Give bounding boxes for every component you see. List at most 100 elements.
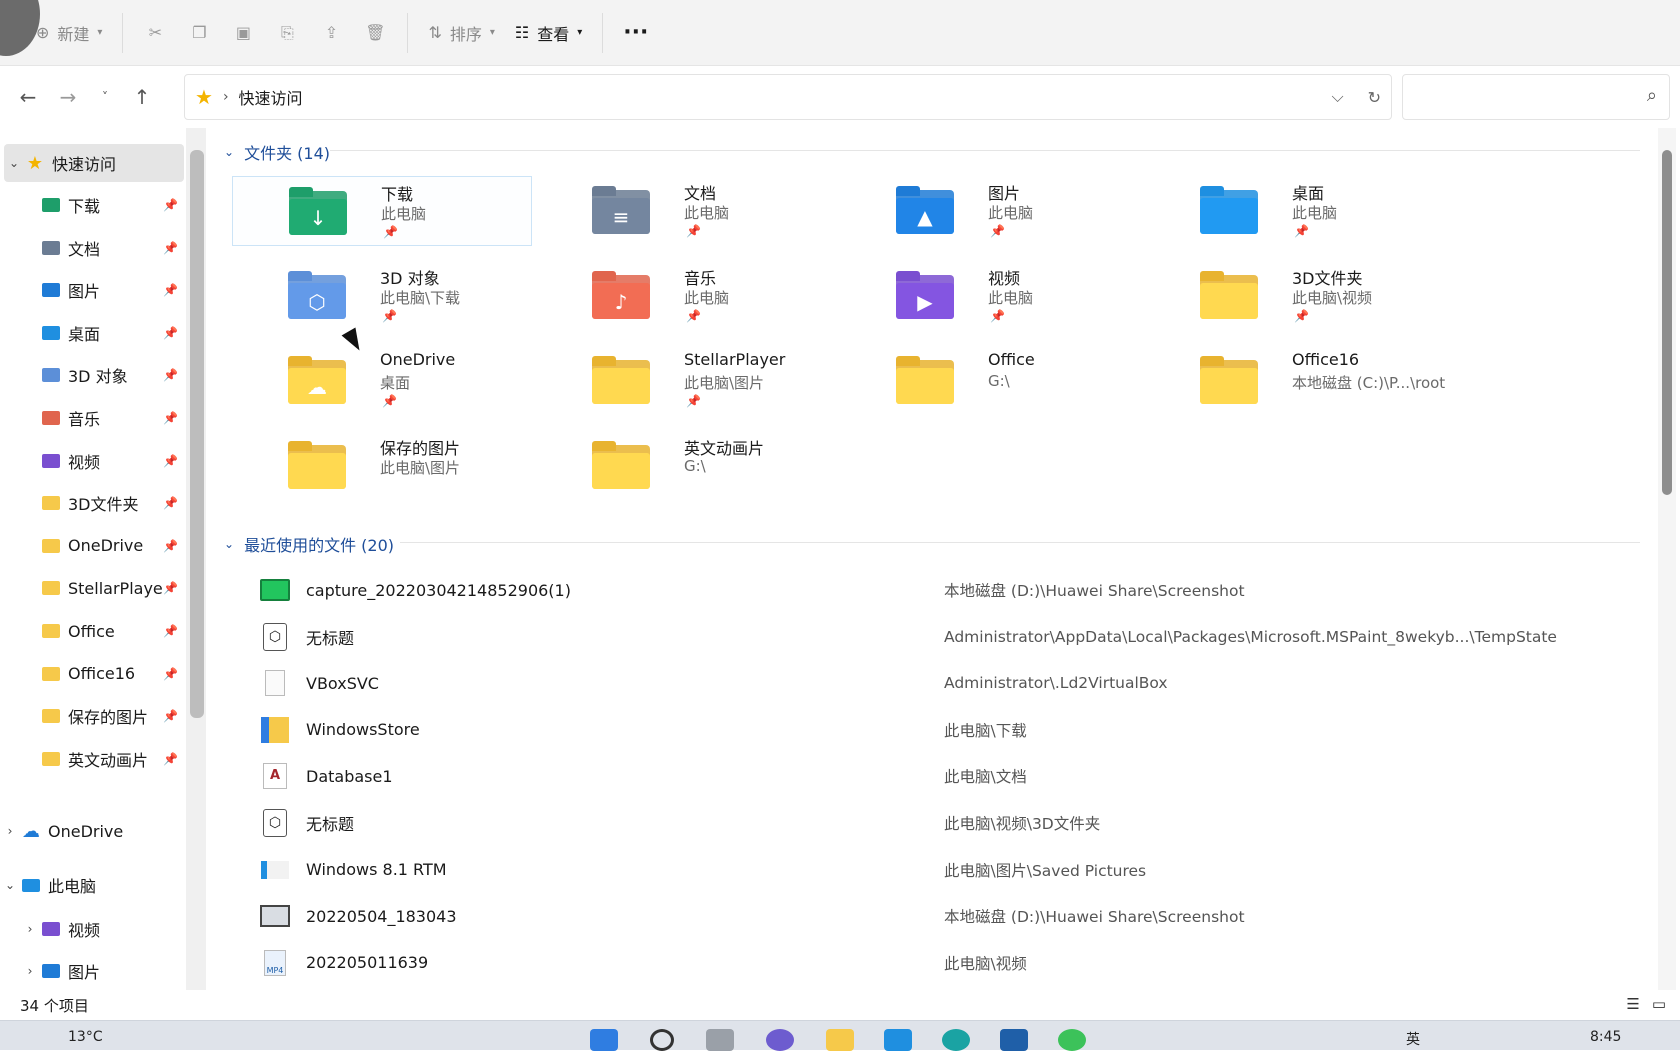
pin-icon: 📌 [686,394,701,408]
ime-indicator[interactable]: 英 [1406,1029,1420,1049]
sidebar-item-this-pc[interactable]: ⌄ 此电脑 [0,866,184,904]
breadcrumb[interactable]: 快速访问 [239,85,303,109]
up-button[interactable]: ↑ [122,77,162,117]
recent-group-header[interactable]: ⌄ 最近使用的文件 (20) [224,532,394,556]
folder-tile[interactable]: ▲ 图片 此电脑 📌 [840,176,1140,246]
delete-button[interactable]: 🗑 [353,13,397,53]
sidebar-item-onedrive[interactable]: › ☁ OneDrive [0,812,184,850]
sidebar-item-quick-access[interactable]: ⌄ ★ 快速访问 [4,144,184,182]
chevron-right-icon[interactable]: › [20,922,40,936]
recent-file-row[interactable]: WindowsStore 此电脑\下载 [260,708,1600,752]
folder-tile[interactable]: ≡ 文档 此电脑 📌 [536,176,836,246]
folder-shape [42,453,60,468]
folder-tile[interactable]: ⬡ 3D 对象 此电脑\下载 📌 [232,261,532,331]
arrow-up-icon: ↑ [133,85,151,109]
rename-button[interactable]: ⎘ [265,13,309,53]
folder-glyph [592,370,650,404]
folder-tile[interactable]: Office16 本地磁盘 (C:)\P...\root [1144,346,1445,416]
cut-button[interactable]: ✂ [133,13,177,53]
pin-icon: 📌 [163,283,178,298]
clock[interactable]: 8:45 [1590,1029,1621,1045]
refresh-icon[interactable]: ↻ [1368,88,1381,107]
recent-file-row[interactable]: A Database1 此电脑\文档 [260,754,1600,798]
content-scrollbar-thumb[interactable] [1662,150,1672,495]
folder-shape [42,411,60,425]
search-input[interactable]: ⌕ [1402,74,1670,120]
sidebar-item[interactable]: 文档 📌 [0,229,184,267]
chat-icon[interactable] [766,1029,794,1051]
folder-tile[interactable]: 保存的图片 此电脑\图片 [232,431,532,501]
sidebar-item[interactable]: Office16 📌 [0,655,184,693]
address-bar[interactable]: ★ › 快速访问 ⌵ ↻ [184,74,1392,120]
folder-icon [40,281,62,299]
more-button[interactable]: ··· [613,13,658,53]
pin-icon: 📌 [382,309,397,323]
start-icon[interactable] [590,1029,618,1051]
sort-button[interactable]: ⇅ 排序 ▾ [418,13,504,53]
sidebar-item[interactable]: StellarPlaye 📌 [0,569,184,607]
recent-file-row[interactable]: ⬡ 无标题 Administrator\AppData\Local\Packages… [260,615,1600,659]
folder-glyph [288,455,346,489]
edge-icon[interactable] [884,1029,912,1051]
view-button[interactable]: ☷ 查看 ▾ [505,13,592,53]
folder-tile[interactable]: Office G:\ [840,346,1140,416]
sidebar-item[interactable]: 保存的图片 📌 [0,697,184,735]
store-icon[interactable] [1000,1029,1028,1051]
share-button[interactable]: ⇪ [309,13,353,53]
folder-location: 此电脑 [684,289,730,307]
sidebar-item[interactable]: OneDrive 📌 [0,527,184,565]
sidebar-scrollbar-thumb[interactable] [190,150,204,718]
folder-icon: ☁ [288,356,346,404]
pin-icon: 📌 [163,538,178,553]
sidebar-item[interactable]: 音乐 📌 [0,399,184,437]
folder-tile[interactable]: ☁ OneDrive 桌面 📌 [232,346,532,416]
recent-file-row[interactable]: MP4 202205011639 此电脑\视频 [260,941,1600,985]
chevron-right-icon[interactable]: › [0,824,20,838]
star-icon: ★ [195,85,213,109]
sidebar-item[interactable]: 英文动画片 📌 [0,740,184,778]
recent-file-row[interactable]: ⬡ 无标题 此电脑\视频\3D文件夹 [260,801,1600,845]
sidebar-item[interactable]: 视频 📌 [0,442,184,480]
file-explorer-icon[interactable] [826,1029,854,1051]
sidebar-item[interactable]: 图片 📌 [0,271,184,309]
chevron-right-icon[interactable]: › [20,964,40,978]
recent-file-row[interactable]: capture_20220304214852906(1) 本地磁盘 (D:)\Hu… [260,568,1600,612]
tiles-view-icon[interactable]: ▭ [1652,995,1666,1013]
chevron-down-icon[interactable]: ⌄ [4,156,24,170]
copy-button[interactable]: ❐ [177,13,221,53]
folder-tile[interactable]: 英文动画片 G:\ [536,431,836,501]
chevron-down-icon[interactable]: ⌵ [1331,87,1343,107]
forward-button[interactable]: → [48,77,88,117]
recent-locations-button[interactable]: ˅ [88,77,122,117]
sidebar-item[interactable]: 3D文件夹 📌 [0,484,184,522]
sidebar-item[interactable]: › 视频 [0,910,184,948]
folder-tile[interactable]: StellarPlayer 此电脑\图片 📌 [536,346,836,416]
sidebar-item[interactable]: 3D 对象 📌 [0,356,184,394]
folder-tile[interactable]: ♪ 音乐 此电脑 📌 [536,261,836,331]
recent-file-row[interactable]: Windows 8.1 RTM 此电脑\图片\Saved Pictures [260,848,1600,892]
sidebar-item[interactable]: 桌面 📌 [0,314,184,352]
paste-button[interactable]: ▣ [221,13,265,53]
weather-widget[interactable]: 13°C [68,1029,103,1045]
pin-icon: 📌 [163,411,178,425]
back-button[interactable]: ← [8,77,48,117]
folder-tile[interactable]: ▶ 视频 此电脑 📌 [840,261,1140,331]
recent-file-row[interactable]: 20220504_183043 本地磁盘 (D:)\Huawei Share\Sc… [260,894,1600,938]
wechat-icon[interactable] [1058,1029,1086,1051]
folder-tile[interactable]: ↓ 下载 此电脑 📌 [232,176,532,246]
search-icon[interactable] [650,1029,674,1051]
content-scrollbar-track[interactable] [1658,128,1676,990]
folder-glyph [896,370,954,404]
task-view-icon[interactable] [706,1029,734,1051]
sidebar-item[interactable]: Office 📌 [0,612,184,650]
recent-file-row[interactable]: VBoxSVC Administrator\.Ld2VirtualBox [260,661,1600,705]
sidebar-item[interactable]: › 图片 [0,952,184,990]
folder-tile[interactable]: 3D文件夹 此电脑\视频 📌 [1144,261,1444,331]
sidebar-item[interactable]: 下载 📌 [0,186,184,224]
browser-icon[interactable] [942,1029,970,1051]
details-view-icon[interactable]: ☰ [1626,995,1639,1013]
folders-group-header[interactable]: ⌄ 文件夹 (14) [224,140,330,164]
chevron-down-icon[interactable]: ⌄ [0,878,20,892]
pin-icon: 📌 [990,309,1005,323]
folder-tile[interactable]: 桌面 此电脑 📌 [1144,176,1444,246]
